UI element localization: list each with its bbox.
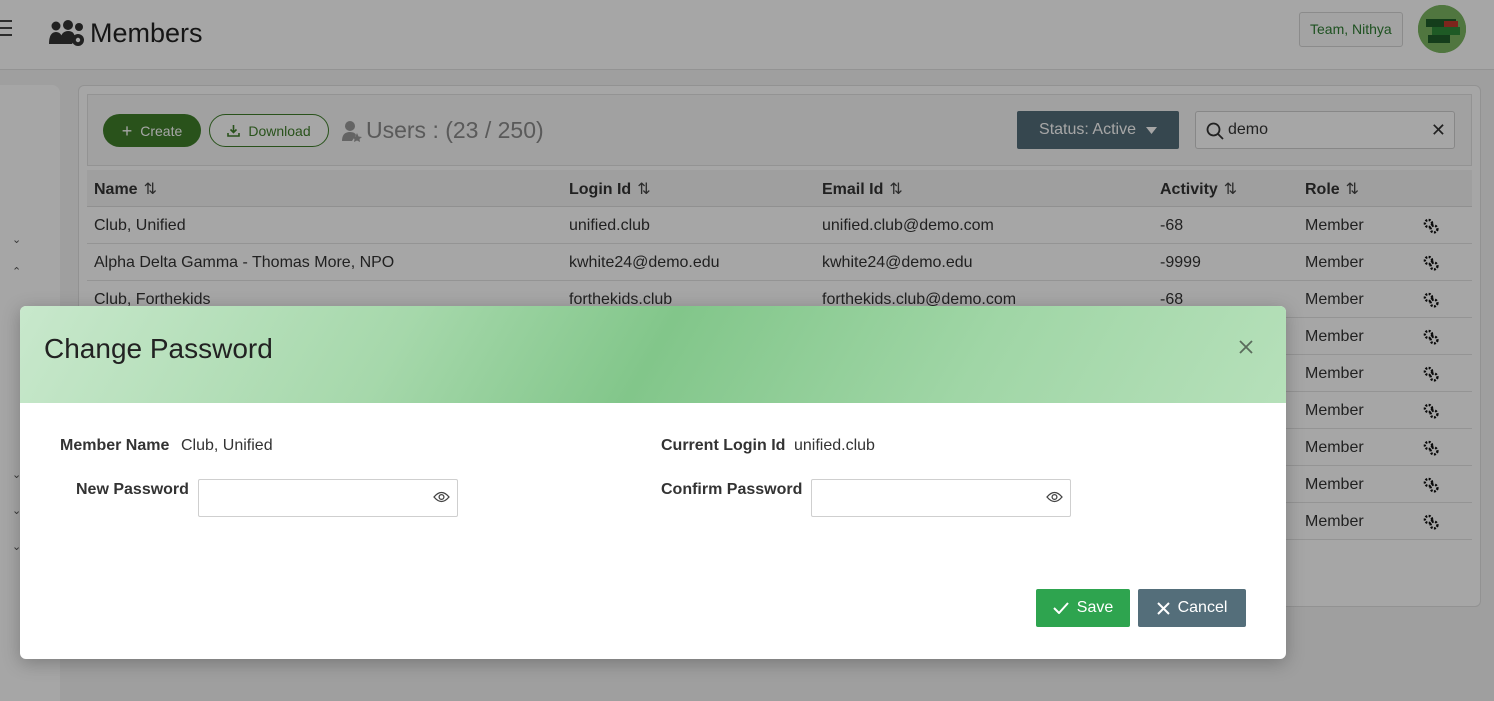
member-name-label: Member Name: [60, 437, 170, 454]
current-login-label: Current Login Id: [661, 437, 786, 454]
dialog-title: Change Password: [44, 333, 273, 364]
current-login-value: unified.club: [794, 437, 875, 454]
new-password-field[interactable]: [198, 479, 458, 517]
confirm-password-input[interactable]: [820, 487, 1035, 509]
save-button[interactable]: Save: [1036, 589, 1130, 627]
new-password-input[interactable]: [207, 487, 422, 509]
check-icon: [1053, 602, 1069, 614]
eye-icon[interactable]: [1046, 491, 1063, 503]
change-password-dialog: Change Password Member Name Club, Unifie…: [20, 306, 1286, 659]
eye-icon[interactable]: [433, 491, 450, 503]
cancel-button[interactable]: Cancel: [1138, 589, 1246, 627]
save-button-label: Save: [1076, 599, 1114, 616]
confirm-password-label: Confirm Password: [661, 481, 803, 498]
close-icon[interactable]: [1234, 335, 1258, 359]
member-name-value: Club, Unified: [181, 437, 273, 454]
new-password-label: New Password: [76, 481, 189, 498]
confirm-password-field[interactable]: [811, 479, 1071, 517]
cancel-button-label: Cancel: [1177, 599, 1228, 616]
dialog-header: Change Password: [20, 306, 1286, 403]
close-icon: [1156, 601, 1170, 615]
